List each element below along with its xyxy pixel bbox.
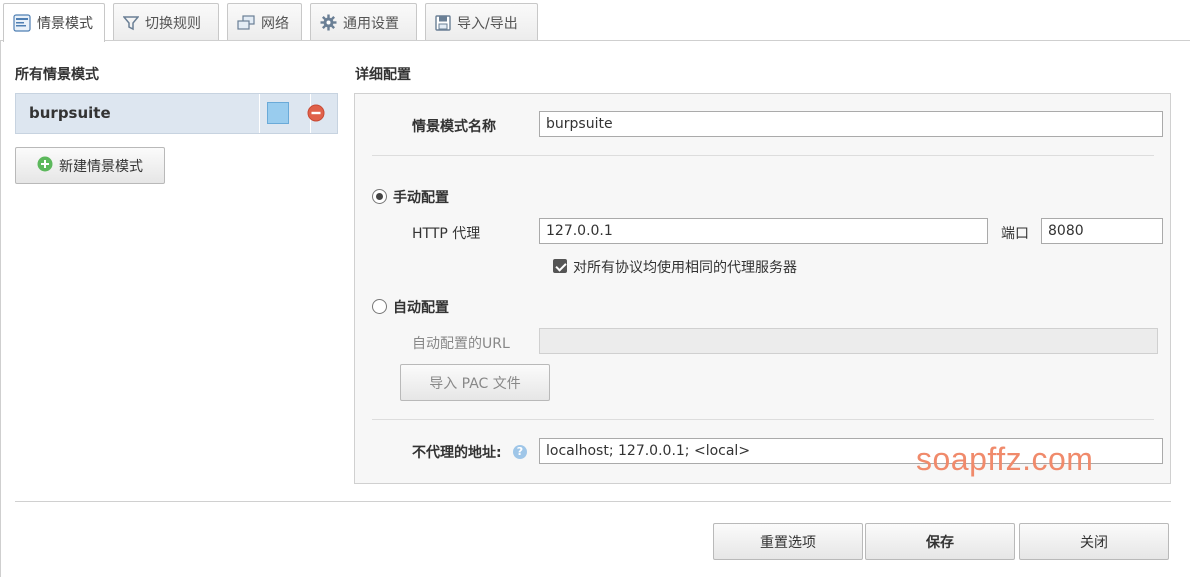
- tab-profiles[interactable]: 情景模式: [3, 3, 105, 42]
- import-pac-button[interactable]: 导入 PAC 文件: [400, 364, 550, 401]
- delete-profile-icon[interactable]: [307, 104, 325, 126]
- auto-config-label: 自动配置: [393, 300, 449, 316]
- manual-config-label: 手动配置: [393, 190, 449, 206]
- network-icon: [237, 14, 255, 31]
- profile-color-picker[interactable]: [267, 102, 289, 124]
- manual-config-radio[interactable]: [372, 189, 387, 204]
- auto-config-url-input[interactable]: [539, 328, 1158, 354]
- tab-label: 网络: [261, 15, 289, 32]
- filter-icon: [123, 15, 139, 31]
- profiles-heading: 所有情景模式: [15, 67, 99, 83]
- tab-general-settings[interactable]: 通用设置: [310, 3, 417, 41]
- divider: [372, 155, 1154, 156]
- profile-icon: [13, 14, 31, 32]
- footer-divider: [15, 501, 1171, 502]
- reset-button[interactable]: 重置选项: [713, 523, 863, 560]
- tab-label: 通用设置: [343, 15, 399, 32]
- same-proxy-label: 对所有协议均使用相同的代理服务器: [573, 260, 797, 276]
- detail-config-box: [354, 93, 1171, 484]
- save-button[interactable]: 保存: [865, 523, 1015, 560]
- gear-icon: [320, 14, 337, 31]
- profile-name-input[interactable]: burpsuite: [539, 111, 1163, 137]
- auto-config-url-label: 自动配置的URL: [412, 336, 510, 352]
- tab-label: 切换规则: [145, 15, 201, 32]
- detail-heading: 详细配置: [355, 67, 411, 83]
- help-icon[interactable]: ?: [513, 445, 527, 459]
- http-proxy-label: HTTP 代理: [412, 226, 481, 242]
- http-proxy-input[interactable]: 127.0.0.1: [539, 218, 988, 244]
- bypass-list-label: 不代理的地址:: [412, 445, 502, 461]
- profile-name: burpsuite: [29, 104, 111, 122]
- tab-bar: 情景模式 切换规则 网络 通用设置 导入/导出: [0, 0, 1190, 42]
- save-icon: [435, 14, 451, 31]
- new-profile-label: 新建情景模式: [59, 158, 143, 175]
- profile-item-burpsuite[interactable]: burpsuite: [15, 93, 338, 134]
- port-label: 端口: [1001, 226, 1029, 242]
- tab-switch-rules[interactable]: 切换规则: [113, 3, 219, 41]
- profile-name-label: 情景模式名称: [412, 119, 496, 135]
- tab-label: 导入/导出: [457, 15, 518, 32]
- new-profile-button[interactable]: 新建情景模式: [15, 147, 165, 184]
- watermark: soapffz.com: [916, 441, 1094, 477]
- tab-label: 情景模式: [37, 16, 93, 32]
- tab-import-export[interactable]: 导入/导出: [425, 3, 538, 41]
- port-input[interactable]: 8080: [1041, 218, 1163, 244]
- same-proxy-checkbox[interactable]: [553, 259, 567, 273]
- auto-config-radio[interactable]: [372, 299, 387, 314]
- divider: [372, 419, 1154, 420]
- tab-network[interactable]: 网络: [227, 3, 302, 41]
- close-button[interactable]: 关闭: [1019, 523, 1169, 560]
- add-icon: [37, 156, 59, 176]
